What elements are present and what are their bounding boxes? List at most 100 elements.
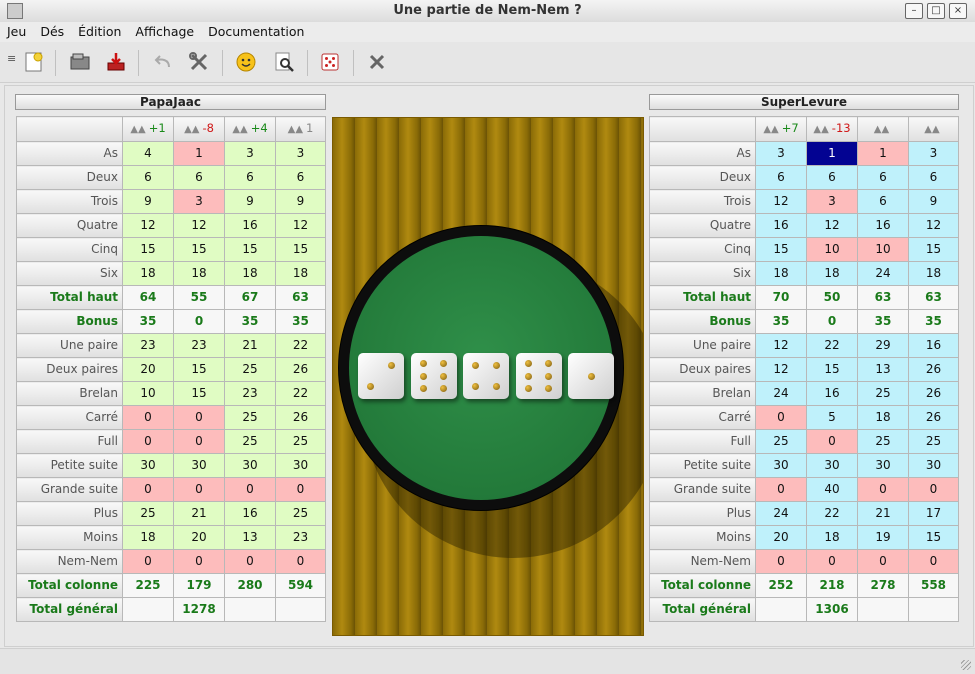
score-cell[interactable]: 179 [173, 573, 225, 598]
preview-icon[interactable] [270, 48, 298, 76]
score-cell[interactable]: 0 [908, 477, 959, 502]
die-2[interactable] [410, 353, 457, 399]
score-cell[interactable]: 30 [224, 453, 276, 478]
score-cell[interactable]: 0 [755, 549, 807, 574]
new-game-icon[interactable] [20, 48, 48, 76]
score-cell[interactable]: 26 [908, 357, 959, 382]
score-cell[interactable]: 6 [857, 189, 909, 214]
score-cell[interactable]: 0 [173, 405, 225, 430]
score-cell[interactable]: 15 [224, 237, 276, 262]
score-cell[interactable]: 25 [857, 429, 909, 454]
score-cell[interactable]: 55 [173, 285, 225, 310]
score-cell[interactable] [908, 597, 959, 622]
score-cell[interactable]: 13 [224, 525, 276, 550]
score-cell[interactable]: 0 [173, 309, 225, 334]
score-cell[interactable]: 25 [275, 429, 326, 454]
score-cell[interactable]: 0 [224, 477, 276, 502]
score-cell[interactable]: 15 [908, 525, 959, 550]
close-icon[interactable] [363, 48, 391, 76]
score-cell[interactable]: 21 [173, 501, 225, 526]
score-cell[interactable]: 10 [122, 381, 174, 406]
toolbar-grip-icon[interactable]: ≡ [7, 52, 16, 65]
score-cell[interactable]: 22 [806, 333, 858, 358]
score-cell[interactable]: 26 [275, 357, 326, 382]
score-cell[interactable]: 18 [806, 261, 858, 286]
column-header-1[interactable]: ▲▲ +1 [122, 116, 174, 142]
score-cell[interactable]: 30 [122, 453, 174, 478]
score-cell[interactable]: 35 [857, 309, 909, 334]
score-cell[interactable]: 25 [755, 429, 807, 454]
score-cell[interactable]: 18 [122, 525, 174, 550]
score-cell[interactable]: 21 [857, 501, 909, 526]
score-cell[interactable]: 24 [755, 381, 807, 406]
column-header-3[interactable]: ▲▲ +4 [224, 116, 276, 142]
score-cell[interactable]: 50 [806, 285, 858, 310]
score-cell[interactable]: 6 [122, 165, 174, 190]
score-cell[interactable]: 15 [755, 237, 807, 262]
score-cell[interactable]: 280 [224, 573, 276, 598]
score-cell[interactable]: 1 [806, 141, 858, 166]
score-cell[interactable]: 22 [275, 333, 326, 358]
score-cell[interactable]: 63 [857, 285, 909, 310]
score-cell[interactable]: 24 [755, 501, 807, 526]
score-cell[interactable]: 20 [122, 357, 174, 382]
score-cell[interactable]: 15 [275, 237, 326, 262]
score-cell[interactable]: 12 [755, 189, 807, 214]
score-cell[interactable]: 35 [224, 309, 276, 334]
score-cell[interactable]: 30 [806, 453, 858, 478]
menu-des[interactable]: Dés [33, 22, 71, 42]
score-cell[interactable]: 29 [857, 333, 909, 358]
score-cell[interactable]: 25 [857, 381, 909, 406]
score-cell[interactable]: 1278 [173, 597, 225, 622]
score-cell[interactable]: 3 [908, 141, 959, 166]
score-cell[interactable]: 0 [806, 309, 858, 334]
score-cell[interactable]: 9 [908, 189, 959, 214]
score-cell[interactable]: 30 [173, 453, 225, 478]
score-cell[interactable]: 15 [173, 237, 225, 262]
score-cell[interactable]: 23 [275, 525, 326, 550]
score-cell[interactable]: 0 [122, 477, 174, 502]
score-cell[interactable]: 15 [173, 381, 225, 406]
score-cell[interactable] [224, 597, 276, 622]
score-cell[interactable]: 0 [857, 477, 909, 502]
score-cell[interactable]: 0 [908, 549, 959, 574]
score-cell[interactable]: 0 [755, 477, 807, 502]
score-cell[interactable]: 9 [224, 189, 276, 214]
score-cell[interactable]: 6 [857, 165, 909, 190]
score-cell[interactable]: 3 [173, 189, 225, 214]
score-cell[interactable]: 20 [173, 525, 225, 550]
score-cell[interactable]: 26 [275, 405, 326, 430]
score-cell[interactable]: 0 [857, 549, 909, 574]
menu-edition[interactable]: Édition [71, 22, 128, 42]
score-cell[interactable]: 12 [806, 213, 858, 238]
score-cell[interactable]: 20 [755, 525, 807, 550]
score-cell[interactable]: 252 [755, 573, 807, 598]
score-cell[interactable]: 0 [122, 405, 174, 430]
score-cell[interactable]: 64 [122, 285, 174, 310]
score-cell[interactable]: 0 [122, 549, 174, 574]
score-cell[interactable]: 12 [275, 213, 326, 238]
score-cell[interactable]: 26 [908, 405, 959, 430]
score-cell[interactable]: 0 [806, 429, 858, 454]
score-cell[interactable]: 23 [173, 333, 225, 358]
score-cell[interactable]: 0 [224, 549, 276, 574]
score-cell[interactable]: 21 [224, 333, 276, 358]
score-cell[interactable]: 6 [224, 165, 276, 190]
score-cell[interactable]: 15 [806, 357, 858, 382]
score-cell[interactable]: 35 [908, 309, 959, 334]
score-cell[interactable]: 63 [908, 285, 959, 310]
score-cell[interactable]: 1 [857, 141, 909, 166]
score-cell[interactable]: 6 [173, 165, 225, 190]
column-header-4[interactable]: ▲▲ [908, 116, 959, 142]
score-cell[interactable]: 35 [755, 309, 807, 334]
score-cell[interactable]: 23 [224, 381, 276, 406]
tools-icon[interactable] [185, 48, 213, 76]
score-cell[interactable]: 1306 [806, 597, 858, 622]
score-cell[interactable]: 0 [806, 549, 858, 574]
score-cell[interactable]: 3 [755, 141, 807, 166]
score-cell[interactable]: 3 [806, 189, 858, 214]
score-cell[interactable]: 24 [857, 261, 909, 286]
score-cell[interactable] [122, 597, 174, 622]
minimize-button[interactable]: – [905, 3, 923, 19]
dice-icon[interactable] [316, 48, 344, 76]
